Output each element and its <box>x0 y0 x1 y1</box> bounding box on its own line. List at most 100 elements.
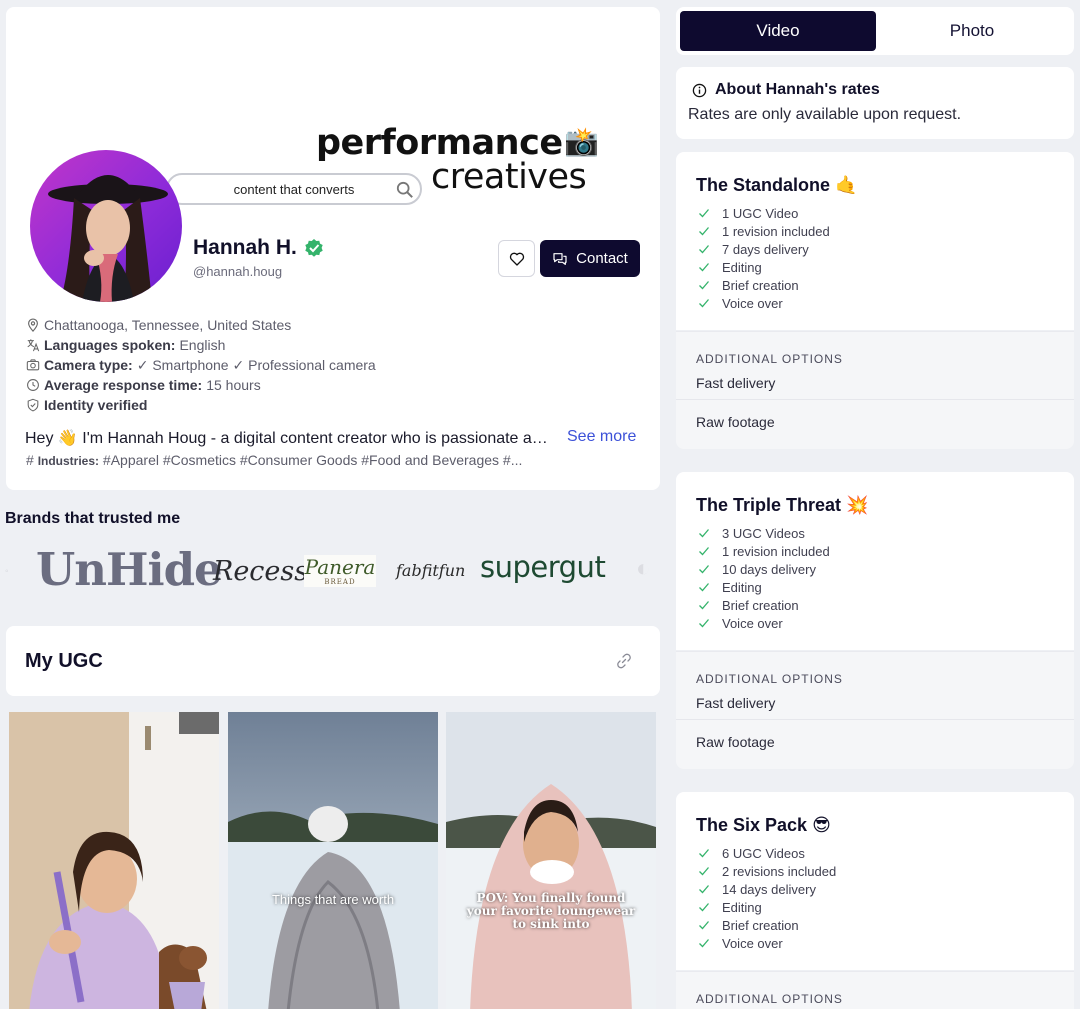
ugc-caption-1: Things that are worth <box>271 892 395 907</box>
package-options-six-pack: ADDITIONAL OPTIONS <box>676 971 1074 1009</box>
brand-logo-recess: Recess <box>213 556 309 587</box>
package-feature: Voice over <box>698 934 836 952</box>
identity-row: Identity verified <box>26 395 376 415</box>
package-card-triple-threat[interactable]: The Triple Threat 💥 3 UGC Videos 1 revisi… <box>676 472 1074 650</box>
ugc-video-thumbnail-3[interactable]: POV: You finally found your favorite lou… <box>446 712 656 1009</box>
package-feature: Brief creation <box>698 596 830 614</box>
additional-options-heading: ADDITIONAL OPTIONS <box>696 992 843 1006</box>
check-icon <box>699 601 709 610</box>
package-feature-text: 14 days delivery <box>722 881 816 897</box>
about-rates-title: About Hannah's rates <box>715 81 880 98</box>
ugc-thumbnail-image-3 <box>446 712 656 1009</box>
profile-card: performance 📸 creatives content that con… <box>6 7 660 490</box>
package-feature: 10 days delivery <box>698 560 830 578</box>
package-feature-text: 6 UGC Videos <box>722 845 805 861</box>
identity-label: Identity verified <box>44 397 148 413</box>
package-card-six-pack[interactable]: The Six Pack 😎 6 UGC Videos 2 revisions i… <box>676 792 1074 970</box>
banner-search-graphic: content that converts <box>166 173 422 205</box>
brand-logo-unhide: UnHide <box>36 543 223 596</box>
brand-panera-sub: BREAD <box>324 578 356 586</box>
link-icon[interactable] <box>616 653 632 669</box>
profile-info-list: Chattanooga, Tennessee, United States La… <box>26 315 376 415</box>
package-emoji-icon: 🤙 <box>835 175 858 195</box>
package-emoji-icon: 😎 <box>812 815 831 835</box>
package-feature: 7 days delivery <box>698 240 830 258</box>
option-raw-footage[interactable]: Raw footage <box>696 414 775 430</box>
check-icon <box>699 921 709 930</box>
contact-button[interactable]: Contact <box>540 240 640 277</box>
location-pin-icon <box>28 318 38 332</box>
my-ugc-title: My UGC <box>25 650 103 672</box>
see-more-link[interactable]: See more <box>567 428 636 448</box>
my-ugc-card: My UGC <box>6 626 660 696</box>
package-feature: 14 days delivery <box>698 880 836 898</box>
response-label: Average response time: <box>44 377 203 393</box>
package-feature: 1 UGC Video <box>698 204 830 222</box>
bio: Hey 👋 I'm Hannah Houg - a digital conten… <box>25 428 641 448</box>
package-feature: Voice over <box>698 614 830 632</box>
package-title: The Triple Threat <box>696 495 842 515</box>
media-type-tabs: Video Photo <box>676 7 1074 55</box>
check-icon <box>699 263 709 272</box>
check-icon <box>699 209 709 218</box>
location-text: Chattanooga, Tennessee, United States <box>44 317 292 333</box>
check-icon <box>699 565 709 574</box>
check-icon <box>699 227 709 236</box>
check-icon <box>699 849 709 858</box>
option-fast-delivery[interactable]: Fast delivery <box>696 375 775 391</box>
brand-logo-supergut: supergut <box>480 550 606 584</box>
package-title: The Six Pack <box>696 815 808 835</box>
package-feature-text: Voice over <box>722 295 783 311</box>
translate-icon <box>27 339 40 352</box>
brand-logo-panera: Panera BREAD <box>304 555 376 587</box>
ugc-video-thumbnail-2[interactable]: Things that are worth <box>228 712 438 1009</box>
ugc-caption-2: POV: You finally found your favorite lou… <box>466 891 636 931</box>
package-card-standalone[interactable]: The Standalone 🤙 1 UGC Video 1 revision i… <box>676 152 1074 330</box>
package-feature: Editing <box>698 898 836 916</box>
check-icon <box>699 619 709 628</box>
favorite-button[interactable] <box>498 240 535 277</box>
package-feature-text: Editing <box>722 579 762 595</box>
tab-video[interactable]: Video <box>680 11 876 51</box>
response-value: 15 hours <box>206 377 261 393</box>
chat-icon <box>553 252 567 265</box>
package-emoji-icon: 💥 <box>846 495 869 515</box>
package-options-triple-threat: ADDITIONAL OPTIONS Fast delivery Raw foo… <box>676 651 1074 769</box>
industries-value: #Apparel #Cosmetics #Consumer Goods #Foo… <box>102 452 523 468</box>
package-title: The Standalone <box>696 175 831 195</box>
check-icon <box>699 299 709 308</box>
languages-label: Languages spoken: <box>44 337 176 353</box>
additional-options-heading: ADDITIONAL OPTIONS <box>696 352 843 366</box>
check-icon <box>699 281 709 290</box>
package-feature-text: Brief creation <box>722 917 799 933</box>
package-feature-text: Voice over <box>722 935 783 951</box>
package-feature: Brief creation <box>698 916 836 934</box>
tab-photo[interactable]: Photo <box>874 11 1070 51</box>
option-fast-delivery[interactable]: Fast delivery <box>696 695 775 711</box>
package-feature: Editing <box>698 578 830 596</box>
languages-value: English <box>179 337 226 353</box>
package-feature-text: 7 days delivery <box>722 241 809 257</box>
package-feature-text: 1 revision included <box>722 543 830 559</box>
ugc-thumbnail-image-2 <box>228 712 438 1009</box>
divider <box>676 399 1074 400</box>
camera-emoji-icon: 📸 <box>564 126 599 157</box>
about-rates-card: About Hannah's rates Rates are only avai… <box>676 67 1074 139</box>
divider <box>676 719 1074 720</box>
languages-row: Languages spoken: English <box>26 335 376 355</box>
package-feature-text: 2 revisions included <box>722 863 837 879</box>
option-raw-footage[interactable]: Raw footage <box>696 734 775 750</box>
camera-value: ✓ Smartphone ✓ Professional camera <box>136 357 376 373</box>
creator-name: Hannah H. <box>193 236 297 259</box>
hashtag-icon: # <box>26 452 34 468</box>
ugc-video-thumbnail-1[interactable] <box>9 712 219 1009</box>
camera-icon <box>26 359 40 371</box>
package-feature-text: 1 revision included <box>722 223 830 239</box>
shield-check-icon <box>27 398 39 412</box>
brands-title: Brands that trusted me <box>5 510 181 527</box>
check-icon <box>699 939 709 948</box>
brand-panera-name: Panera <box>304 555 376 579</box>
package-feature-text: Editing <box>722 259 762 275</box>
package-options-standalone: ADDITIONAL OPTIONS Fast delivery Raw foo… <box>676 331 1074 449</box>
clock-icon <box>27 379 39 391</box>
